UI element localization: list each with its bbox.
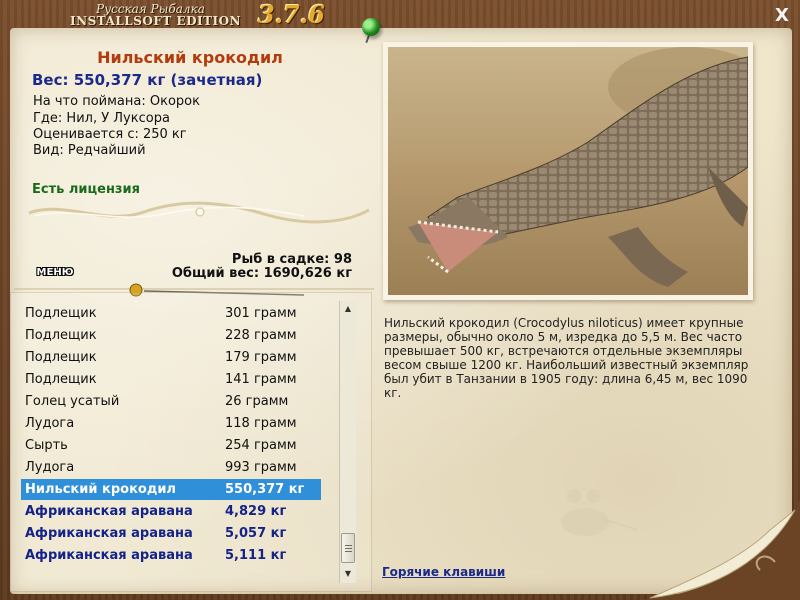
list-item[interactable]: Лудога 118 грамм xyxy=(21,413,321,434)
list-item-weight: 5,057 кг xyxy=(225,526,287,541)
list-item-name: Подлещик xyxy=(25,328,97,343)
list-item-weight: 26 грамм xyxy=(225,394,289,409)
list-item-weight: 228 грамм xyxy=(225,328,297,343)
list-item[interactable]: Голец усатый 26 грамм xyxy=(21,391,321,412)
catch-weight: Вес: 550,377 кг (зачетная) xyxy=(32,71,263,89)
list-item-weight: 118 грамм xyxy=(225,416,297,431)
list-item-weight: 5,111 кг xyxy=(225,548,287,563)
list-item-weight: 993 грамм xyxy=(225,460,297,475)
crocodile-photo xyxy=(388,47,748,295)
list-item[interactable]: Африканская аравана 5,057 кг xyxy=(21,523,321,544)
species-description: Нильский крокодил (Crocodylus niloticus)… xyxy=(384,316,749,400)
menu-button[interactable]: МЕНЮ xyxy=(34,266,76,280)
catch-title: Нильский крокодил xyxy=(97,48,283,67)
list-item-name: Нильский крокодил xyxy=(25,482,176,497)
list-item-name: Лудога xyxy=(25,416,75,431)
list-item-weight: 550,377 кг xyxy=(225,482,305,497)
list-item[interactable]: Подлещик 301 грамм xyxy=(21,303,321,324)
fisherman-boat-icon xyxy=(561,489,639,536)
list-item-name: Африканская аравана xyxy=(25,548,193,563)
list-item-weight: 254 грамм xyxy=(225,438,297,453)
list-item-name: Подлещик xyxy=(25,372,97,387)
net-total-weight: Общий вес: 1690,626 кг xyxy=(171,266,352,281)
list-item[interactable]: Сырть 254 грамм xyxy=(21,435,321,456)
list-item-name: Сырть xyxy=(25,438,68,453)
fish-photo-frame xyxy=(383,42,753,300)
scroll-up-icon[interactable]: ▲ xyxy=(340,301,356,317)
list-item[interactable]: Африканская аравана 5,111 кг xyxy=(21,545,321,566)
ornament-divider xyxy=(28,201,370,224)
scroll-down-icon[interactable]: ▼ xyxy=(340,566,356,582)
list-item-weight: 141 грамм xyxy=(225,372,297,387)
net-fish-count: Рыб в садке: 98 xyxy=(231,252,352,267)
catch-kind: Вид: Редчайший xyxy=(33,143,146,158)
list-item[interactable]: Лудога 993 грамм xyxy=(21,457,321,478)
fish-list-scrollbar[interactable]: ▲ ▼ xyxy=(339,301,356,583)
list-item[interactable]: Нильский крокодил 550,377 кг xyxy=(21,479,321,500)
catch-bait: На что поймана: Окорок xyxy=(33,94,200,109)
list-item-name: Голец усатый xyxy=(25,394,120,409)
scroll-thumb[interactable] xyxy=(341,533,355,563)
list-item[interactable]: Африканская аравана 4,829 кг xyxy=(21,501,321,522)
catch-value: Оценивается с: 250 кг xyxy=(33,127,187,142)
catch-place: Где: Нил, У Луксора xyxy=(33,111,170,126)
pin-icon xyxy=(362,18,380,36)
list-item[interactable]: Подлещик 228 грамм xyxy=(21,325,321,346)
list-item-weight: 301 грамм xyxy=(225,306,297,321)
list-item-name: Лудога xyxy=(25,460,75,475)
fish-list[interactable]: Подлещик 301 грамм Подлещик 228 грамм Подлещ… xyxy=(15,301,357,583)
list-item-weight: 179 грамм xyxy=(225,350,297,365)
list-item[interactable]: Подлещик 141 грамм xyxy=(21,369,321,390)
list-item-name: Африканская аравана xyxy=(25,504,193,519)
close-icon[interactable]: X xyxy=(772,6,792,26)
list-item-name: Подлещик xyxy=(25,350,97,365)
brand-title-bottom: INSTALLSOFT EDITION xyxy=(70,14,242,28)
page-curl xyxy=(640,500,800,600)
list-item[interactable]: Подлещик 179 грамм xyxy=(21,347,321,368)
hotkeys-link[interactable]: Горячие клавиши xyxy=(382,565,505,579)
list-item-weight: 4,829 кг xyxy=(225,504,287,519)
version-label: 3.7.6 xyxy=(258,0,325,29)
license-status: Есть лицензия xyxy=(32,182,140,197)
list-item-name: Подлещик xyxy=(25,306,97,321)
list-item-name: Африканская аравана xyxy=(25,526,193,541)
